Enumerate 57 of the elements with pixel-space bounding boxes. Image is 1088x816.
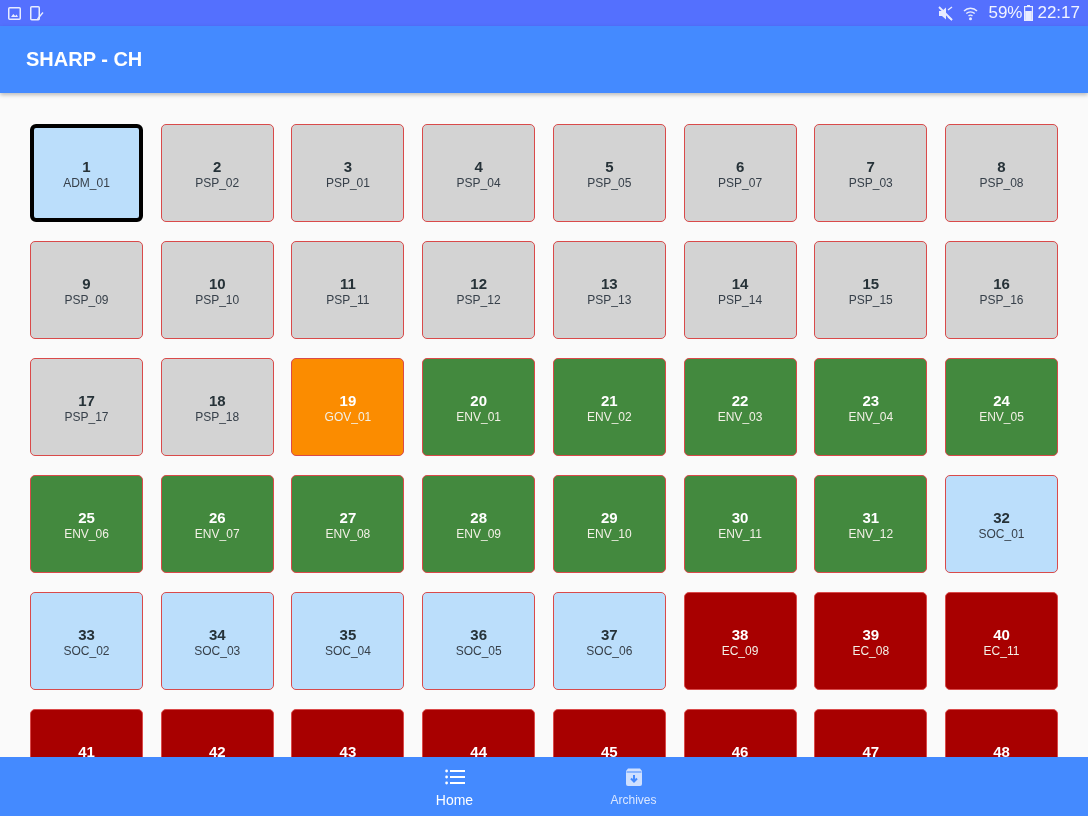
tile-button[interactable]: 1 ADM_01 [30, 124, 143, 222]
tile-button[interactable]: 22 ENV_03 [683, 358, 797, 456]
tile-button[interactable]: 28 ENV_09 [422, 475, 536, 573]
tile-button[interactable]: 9 PSP_09 [30, 241, 143, 339]
tile-button[interactable]: 21 ENV_02 [552, 358, 666, 456]
tile-button[interactable]: 38 EC_09 [683, 592, 797, 690]
tile-button[interactable]: 10 PSP_10 [160, 241, 274, 339]
tile-button[interactable]: 34 SOC_03 [160, 592, 274, 690]
tile-button[interactable]: 6 PSP_07 [683, 124, 797, 222]
tile-button[interactable]: 4 PSP_04 [422, 124, 536, 222]
mute-icon [938, 5, 954, 21]
tile-button[interactable]: 7 PSP_03 [814, 124, 928, 222]
tile-button[interactable]: 36 SOC_05 [422, 592, 536, 690]
tile-button[interactable]: 32 SOC_01 [944, 475, 1058, 573]
tile-button[interactable]: 15 PSP_15 [814, 241, 928, 339]
tile-button[interactable]: 24 ENV_05 [944, 358, 1058, 456]
tile-button[interactable]: 26 ENV_07 [160, 475, 274, 573]
tile-button[interactable]: 40 EC_11 [944, 592, 1058, 690]
tile-button[interactable]: 35 SOC_04 [291, 592, 405, 690]
tablet-pen-icon [30, 5, 44, 21]
tile-button[interactable]: 42 [160, 709, 274, 757]
tile-button[interactable]: 33 SOC_02 [30, 592, 143, 690]
tile-button[interactable]: 17 PSP_17 [30, 358, 143, 456]
tile-button[interactable]: 18 PSP_18 [160, 358, 274, 456]
tile-button[interactable]: 46 [683, 709, 797, 757]
tile-button[interactable]: 14 PSP_14 [683, 241, 797, 339]
clock-time: 22:17 [1037, 3, 1080, 23]
tile-button[interactable]: 37 SOC_06 [552, 592, 666, 690]
tile-button[interactable]: 29 ENV_10 [552, 475, 666, 573]
tile-button[interactable]: 11 PSP_11 [291, 241, 405, 339]
tile-button[interactable]: 16 PSP_16 [944, 241, 1058, 339]
tile-button[interactable]: 13 PSP_13 [552, 241, 666, 339]
tile-button[interactable]: 39 EC_08 [814, 592, 928, 690]
app-title: SHARP - CH [26, 48, 143, 71]
tile-button[interactable]: 25 ENV_06 [30, 475, 143, 573]
tile-button[interactable]: 41 [30, 709, 143, 757]
tile-button[interactable]: 48 [944, 709, 1058, 757]
tile-button[interactable]: 44 [422, 709, 536, 757]
tile-button[interactable]: 12 PSP_12 [422, 241, 536, 339]
tile-button[interactable]: 5 PSP_05 [552, 124, 666, 222]
tile-button[interactable]: 2 PSP_02 [160, 124, 274, 222]
tile-button[interactable]: 47 [814, 709, 928, 757]
tile-button[interactable]: 3 PSP_01 [291, 124, 405, 222]
archive-icon [624, 768, 643, 786]
tile-button[interactable]: 43 [291, 709, 405, 757]
tile-button[interactable]: 20 ENV_01 [422, 358, 536, 456]
tile-button[interactable]: 31 ENV_12 [814, 475, 928, 573]
tile-button[interactable]: 30 ENV_11 [683, 475, 797, 573]
tile-button[interactable]: 23 ENV_04 [814, 358, 928, 456]
tile-button[interactable]: 8 PSP_08 [944, 124, 1058, 222]
list-icon [444, 769, 465, 785]
tile-button[interactable]: 27 ENV_08 [291, 475, 405, 573]
battery-percent: 59% [988, 3, 1023, 23]
tile-button[interactable]: 45 [552, 709, 666, 757]
wifi-icon [963, 5, 979, 21]
battery-icon [1024, 5, 1034, 21]
image-icon [8, 6, 21, 20]
